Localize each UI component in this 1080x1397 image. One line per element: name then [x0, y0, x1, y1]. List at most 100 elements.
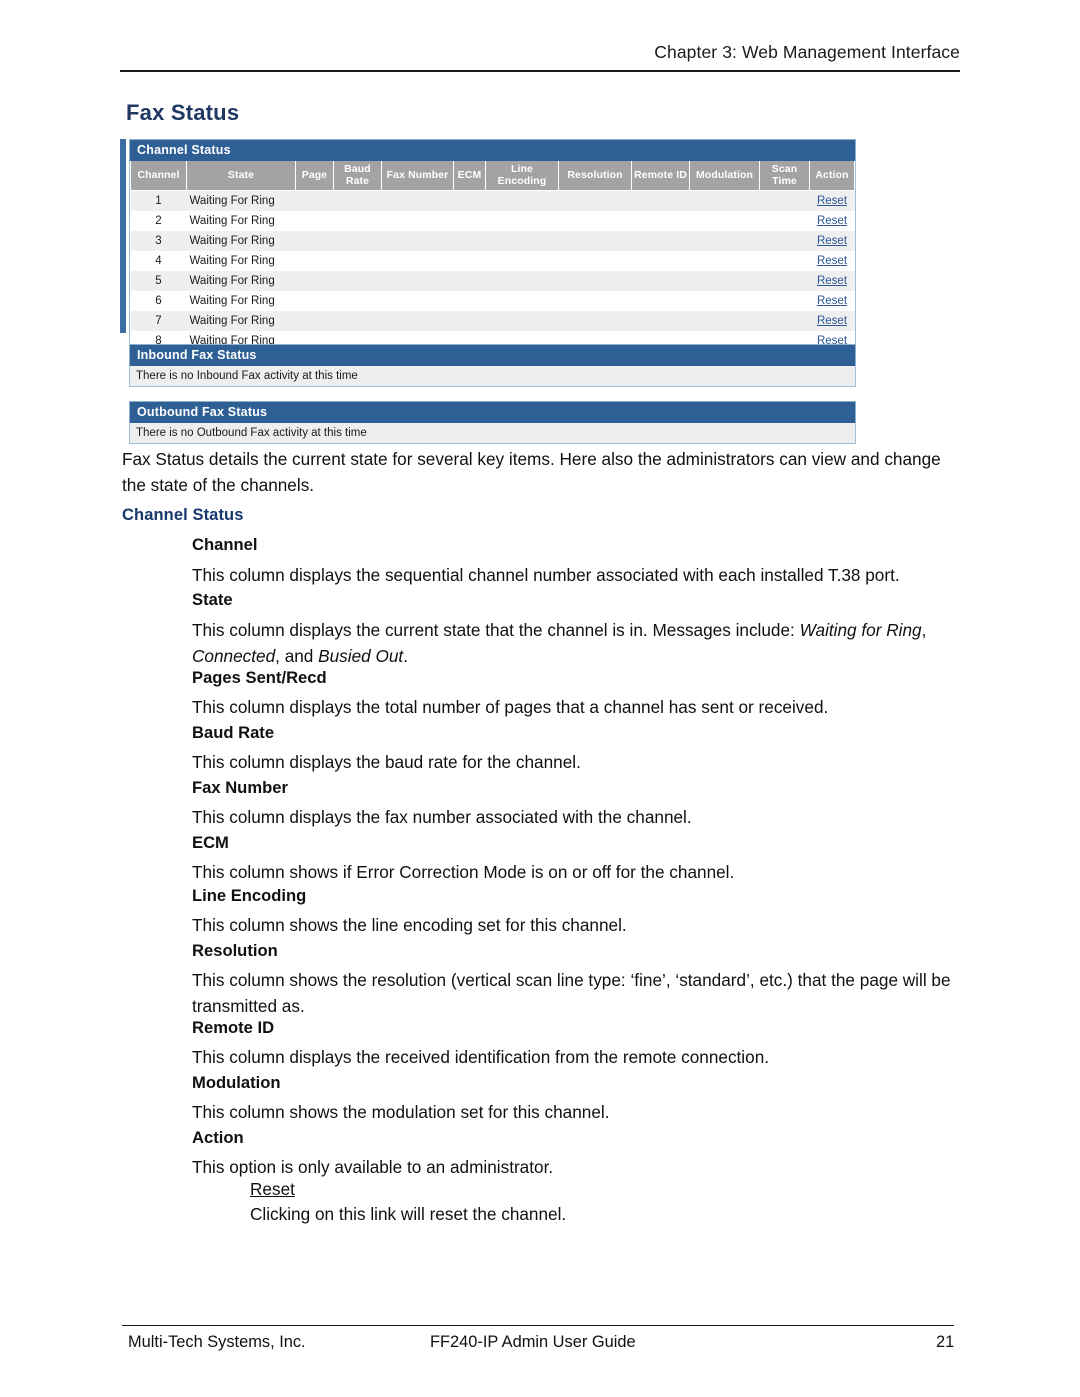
definition-state-italic1: Waiting for Ring	[799, 620, 922, 640]
definition-state-part4: .	[403, 645, 408, 666]
table-row: 2 Waiting For Ring Reset	[130, 211, 855, 231]
cell-remote-id	[631, 291, 690, 311]
cell-channel: 5	[130, 271, 187, 291]
table-row: 5 Waiting For Ring Reset	[130, 271, 855, 291]
cell-modulation	[689, 291, 760, 311]
cell-line-encoding	[485, 190, 559, 211]
cell-scan-time	[759, 251, 810, 271]
definition-state-part3: , and	[275, 645, 319, 666]
footer-company: Multi-Tech Systems, Inc.	[128, 1333, 306, 1351]
cell-action: Reset	[809, 211, 855, 231]
col-header-modulation: Modulation	[689, 161, 760, 191]
reset-link[interactable]: Reset	[817, 235, 847, 247]
cell-resolution	[558, 291, 632, 311]
channel-status-table: Channel State Page Baud Rate Fax Number …	[130, 161, 855, 351]
definition-reset: Clicking on this link will reset the cha…	[250, 1204, 567, 1224]
cell-scan-time	[759, 190, 810, 211]
channel-status-header-row: Channel State Page Baud Rate Fax Number …	[130, 161, 855, 191]
cell-fax-number	[381, 291, 454, 311]
inbound-fax-status-message: There is no Inbound Fax activity at this…	[130, 366, 855, 386]
cell-ecm	[453, 211, 486, 231]
reset-link[interactable]: Reset	[817, 315, 847, 327]
cell-state: Waiting For Ring	[186, 190, 296, 211]
channel-status-table-body: 1 Waiting For Ring Reset 2 Waiting For R…	[130, 190, 855, 351]
cell-resolution	[558, 211, 632, 231]
cell-resolution	[558, 231, 632, 251]
cell-state: Waiting For Ring	[186, 291, 296, 311]
reset-link[interactable]: Reset	[817, 215, 847, 227]
definition-baud-rate: This column displays the baud rate for t…	[192, 752, 581, 772]
term-state: State	[192, 590, 233, 609]
cell-baud-rate	[333, 211, 382, 231]
inbound-fax-status-panel: Inbound Fax Status There is no Inbound F…	[129, 344, 856, 387]
cell-fax-number	[381, 271, 454, 291]
cell-action: Reset	[809, 251, 855, 271]
cell-line-encoding	[485, 211, 559, 231]
cell-state: Waiting For Ring	[186, 211, 296, 231]
term-channel: Channel	[192, 535, 258, 554]
definition-line-encoding: This column shows the line encoding set …	[192, 915, 627, 935]
term-action: Action	[192, 1128, 244, 1147]
cell-state: Waiting For Ring	[186, 251, 296, 271]
cell-baud-rate	[333, 190, 382, 211]
cell-line-encoding	[485, 251, 559, 271]
cell-channel: 1	[130, 190, 187, 211]
cell-page	[295, 190, 334, 211]
term-pages-sent-recd: Pages Sent/Recd	[192, 668, 327, 687]
table-row: 6 Waiting For Ring Reset	[130, 291, 855, 311]
cell-ecm	[453, 291, 486, 311]
cell-page	[295, 211, 334, 231]
cell-page	[295, 231, 334, 251]
cell-fax-number	[381, 231, 454, 251]
reset-link[interactable]: Reset	[817, 255, 847, 267]
cell-action: Reset	[809, 311, 855, 331]
col-header-page: Page	[295, 161, 334, 191]
cell-ecm	[453, 231, 486, 251]
col-header-remote-id: Remote ID	[631, 161, 690, 191]
cell-fax-number	[381, 211, 454, 231]
cell-baud-rate	[333, 231, 382, 251]
term-baud-rate: Baud Rate	[192, 723, 275, 742]
cell-baud-rate	[333, 271, 382, 291]
col-header-baud-rate: Baud Rate	[333, 161, 382, 191]
col-header-scan-time: Scan Time	[759, 161, 810, 191]
col-header-channel: Channel	[130, 161, 187, 191]
cell-line-encoding	[485, 291, 559, 311]
cell-state: Waiting For Ring	[186, 271, 296, 291]
cell-modulation	[689, 231, 760, 251]
reset-link[interactable]: Reset	[817, 195, 847, 207]
cell-modulation	[689, 251, 760, 271]
cell-remote-id	[631, 190, 690, 211]
cell-modulation	[689, 271, 760, 291]
section-heading-channel-status: Channel Status	[122, 506, 244, 524]
channel-status-panel-title: Channel Status	[129, 139, 856, 161]
cell-channel: 2	[130, 211, 187, 231]
definition-action: This option is only available to an admi…	[192, 1157, 554, 1177]
cell-page	[295, 311, 334, 331]
cell-resolution	[558, 271, 632, 291]
cell-scan-time	[759, 211, 810, 231]
cell-remote-id	[631, 271, 690, 291]
table-row: 7 Waiting For Ring Reset	[130, 311, 855, 331]
cell-state: Waiting For Ring	[186, 311, 296, 331]
footer-page-number: 21	[936, 1333, 955, 1351]
definition-channel: This column displays the sequential chan…	[192, 565, 900, 585]
cell-line-encoding	[485, 271, 559, 291]
definition-remote-id: This column displays the received identi…	[192, 1047, 770, 1067]
cell-page	[295, 271, 334, 291]
reset-link[interactable]: Reset	[817, 295, 847, 307]
cell-action: Reset	[809, 271, 855, 291]
term-line-encoding: Line Encoding	[192, 886, 307, 905]
cell-baud-rate	[333, 311, 382, 331]
cell-modulation	[689, 211, 760, 231]
cell-action: Reset	[809, 231, 855, 251]
outbound-fax-status-message: There is no Outbound Fax activity at thi…	[130, 423, 855, 443]
cell-ecm	[453, 311, 486, 331]
reset-link[interactable]: Reset	[817, 275, 847, 287]
cell-channel: 4	[130, 251, 187, 271]
cell-state: Waiting For Ring	[186, 231, 296, 251]
definition-state-italic3: Busied Out	[318, 645, 404, 666]
channel-status-panel: Channel Status Channel State Page Baud R…	[129, 139, 856, 352]
cell-remote-id	[631, 231, 690, 251]
cell-scan-time	[759, 291, 810, 311]
